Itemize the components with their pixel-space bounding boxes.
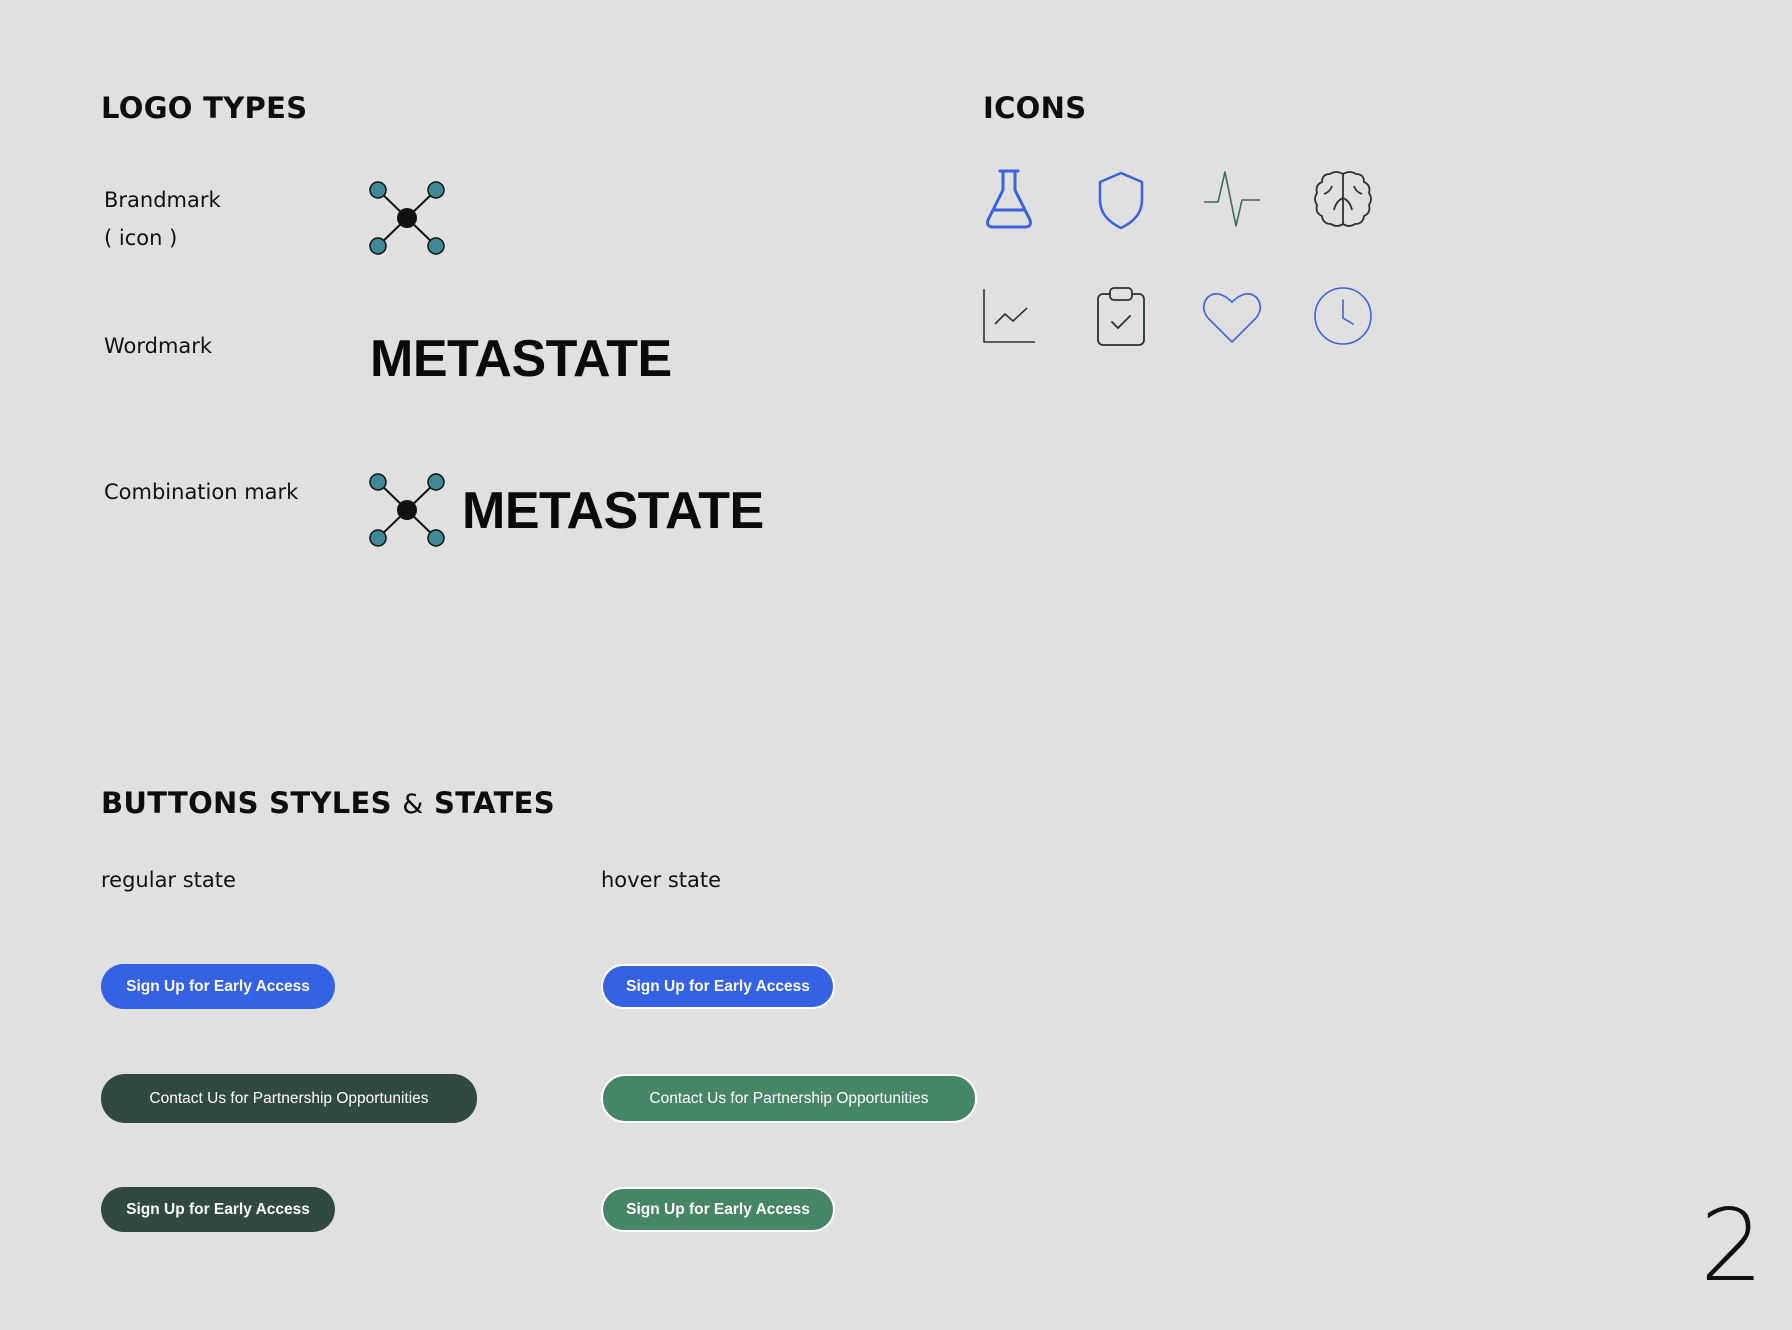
clipboard-check-icon	[1096, 286, 1146, 348]
pulse-icon	[1202, 168, 1262, 230]
combination-mark-label: Combination mark	[104, 480, 299, 504]
early-access-button-hover-green[interactable]: Sign Up for Early Access	[601, 1187, 835, 1232]
wordmark-text: METASTATE	[370, 330, 672, 388]
logo-node	[427, 473, 445, 491]
combination-mark-icon	[368, 472, 446, 548]
icons-heading: ICONS	[983, 91, 1087, 125]
heart-icon	[1202, 290, 1262, 344]
early-access-button-regular-green[interactable]: Sign Up for Early Access	[101, 1187, 335, 1232]
brain-icon	[1312, 168, 1374, 230]
line-chart-icon	[983, 288, 1037, 344]
flask-icon	[984, 168, 1034, 230]
early-access-button-hover-blue[interactable]: Sign Up for Early Access	[601, 964, 835, 1009]
buttons-heading-amp: &	[402, 789, 424, 820]
logo-node	[369, 473, 387, 491]
logo-center-node	[397, 500, 417, 520]
buttons-heading-part1: BUTTONS STYLES	[101, 786, 392, 820]
buttons-heading: BUTTONS STYLES & STATES	[101, 786, 555, 820]
logo-center-node	[397, 208, 417, 228]
logo-node	[369, 181, 387, 199]
logo-node	[427, 181, 445, 199]
wordmark-label: Wordmark	[104, 334, 213, 358]
buttons-heading-part2: STATES	[434, 786, 555, 820]
shield-icon	[1096, 170, 1146, 230]
early-access-button-regular-blue[interactable]: Sign Up for Early Access	[101, 964, 335, 1009]
combination-mark-text: METASTATE	[462, 482, 764, 540]
logo-node	[369, 529, 387, 547]
clock-icon	[1313, 286, 1373, 346]
logo-node	[369, 237, 387, 255]
partnership-button-regular[interactable]: Contact Us for Partnership Opportunities	[101, 1074, 477, 1123]
brandmark-sublabel: ( icon )	[104, 226, 178, 250]
regular-state-label: regular state	[101, 868, 236, 892]
combination-svg	[369, 473, 445, 547]
hover-state-label: hover state	[601, 868, 722, 892]
partnership-button-hover[interactable]: Contact Us for Partnership Opportunities	[601, 1074, 977, 1123]
brandmark-logo	[368, 180, 446, 256]
brandmark-svg	[369, 181, 445, 255]
logo-types-heading: LOGO TYPES	[101, 91, 308, 125]
page-number: 2	[1700, 1187, 1764, 1304]
brandmark-label: Brandmark	[104, 188, 221, 212]
logo-node	[427, 237, 445, 255]
logo-node	[427, 529, 445, 547]
